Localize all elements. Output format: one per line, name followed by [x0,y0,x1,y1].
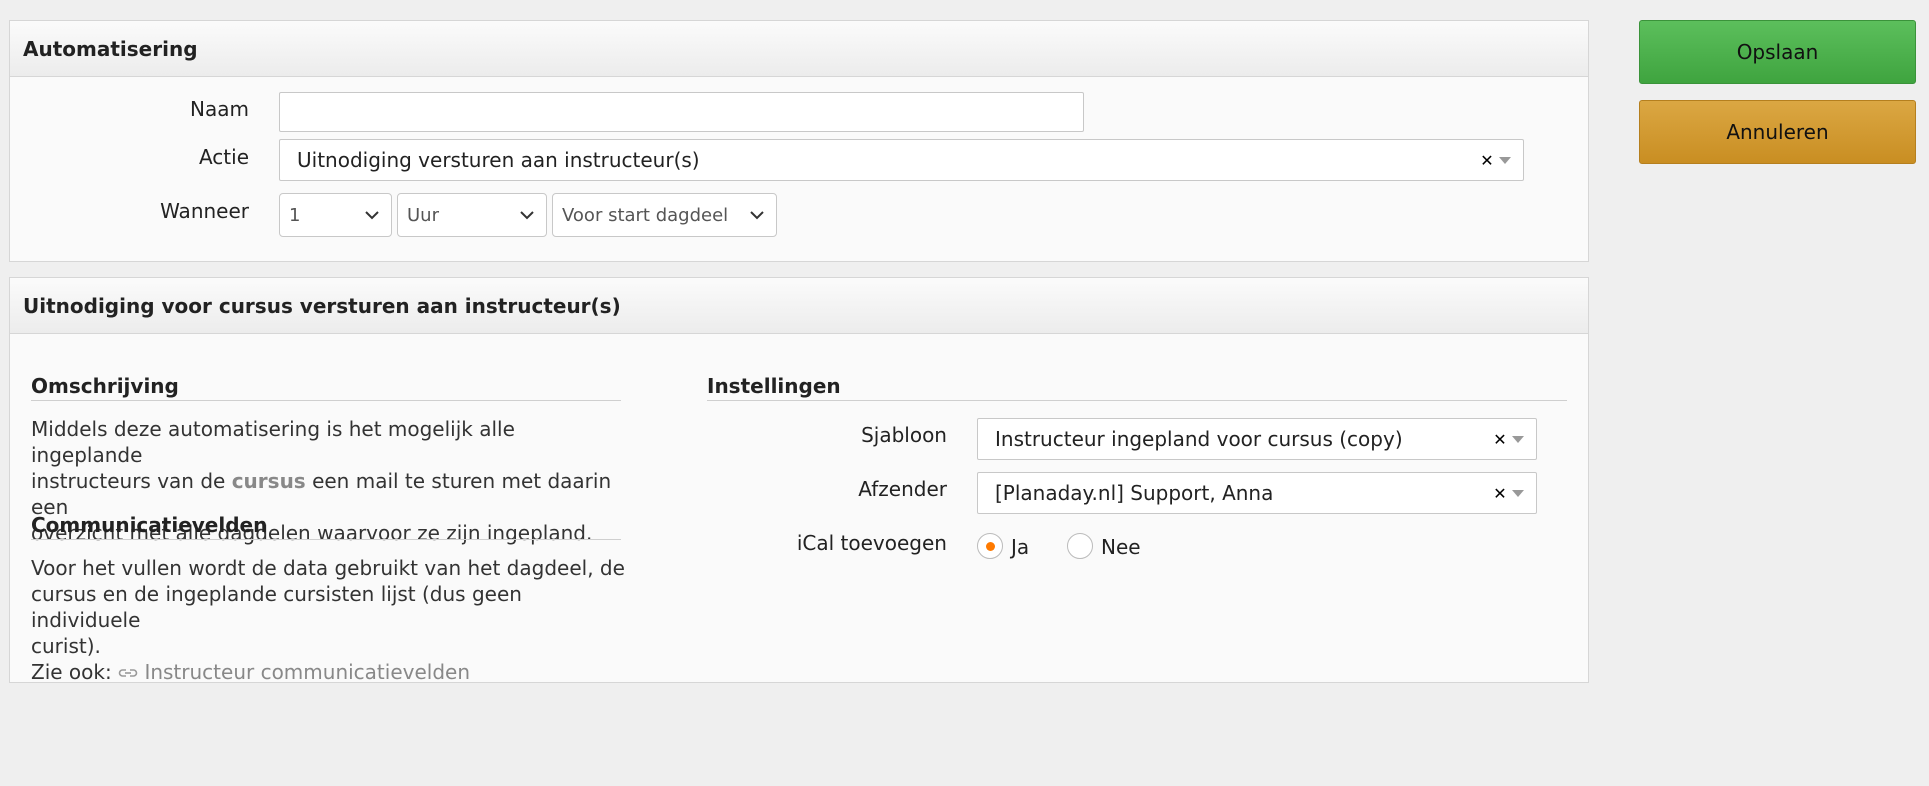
instellingen-title: Instellingen [707,374,1567,401]
link-icon [118,669,138,677]
instructeur-communicatievelden-link[interactable]: Instructeur communicatievelden [144,660,470,684]
cancel-button[interactable]: Annuleren [1639,100,1916,164]
wanneer-label: Wanneer [160,199,249,223]
sjabloon-dropdown-arrow-icon[interactable] [1512,435,1524,443]
actie-label: Actie [198,145,249,169]
see-also-label: Zie ook: [31,660,112,684]
see-also-row: Zie ook: Instructeur communicatievelden [31,659,631,685]
afzender-clear-icon[interactable]: ✕ [1492,484,1508,503]
ical-radio-nee[interactable] [1067,533,1093,559]
wanneer-unit-value: Uur [407,204,439,226]
ical-label: iCal toevoegen [796,531,947,555]
save-button[interactable]: Opslaan [1639,20,1916,84]
naam-input[interactable] [279,92,1084,132]
ical-radio-ja-label[interactable]: Ja [1011,535,1029,559]
chevron-down-icon [520,211,534,220]
omschrijving-line-1: Middels deze automatisering is het mogel… [31,417,515,467]
communicatievelden-line-1: Voor het vullen wordt de data gebruikt v… [31,556,625,580]
wanneer-relative-select[interactable]: Voor start dagdeel [552,193,777,237]
sjabloon-label: Sjabloon [861,423,947,447]
wanneer-unit-select[interactable]: Uur [397,193,547,237]
communicatievelden-title: Communicatievelden [31,513,621,540]
naam-label: Naam [190,97,249,121]
sjabloon-select[interactable]: Instructeur ingepland voor cursus (copy)… [977,418,1537,460]
afzender-select-value: [Planaday.nl] Support, Anna [995,481,1274,505]
communicatievelden-line-3: curist). [31,634,101,658]
radio-selected-dot [985,541,995,551]
sjabloon-select-value: Instructeur ingepland voor cursus (copy) [995,427,1403,451]
actie-clear-icon[interactable]: ✕ [1479,151,1495,170]
automation-panel-title: Automatisering [10,21,1588,77]
cursus-highlight: cursus [231,469,306,493]
wanneer-amount-value: 1 [289,204,301,226]
detail-panel-title: Uitnodiging voor cursus versturen aan in… [10,278,1588,334]
ical-radio-ja[interactable] [977,533,1003,559]
actie-dropdown-arrow-icon[interactable] [1499,156,1511,164]
sjabloon-clear-icon[interactable]: ✕ [1492,430,1508,449]
ical-radio-nee-label[interactable]: Nee [1101,535,1141,559]
chevron-down-icon [365,211,379,220]
chevron-down-icon [750,211,764,220]
wanneer-relative-value: Voor start dagdeel [562,204,729,226]
afzender-dropdown-arrow-icon[interactable] [1512,489,1524,497]
wanneer-amount-select[interactable]: 1 [279,193,392,237]
actie-select-value: Uitnodiging versturen aan instructeur(s) [297,148,700,172]
afzender-select[interactable]: [Planaday.nl] Support, Anna ✕ [977,472,1537,514]
omschrijving-title: Omschrijving [31,374,621,401]
omschrijving-line-2-pre: instructeurs van de [31,469,232,493]
communicatievelden-text: Voor het vullen wordt de data gebruikt v… [31,555,631,685]
actie-select[interactable]: Uitnodiging versturen aan instructeur(s)… [279,139,1524,181]
communicatievelden-line-2: cursus en de ingeplande cursisten lijst … [31,582,522,632]
afzender-label: Afzender [858,477,947,501]
